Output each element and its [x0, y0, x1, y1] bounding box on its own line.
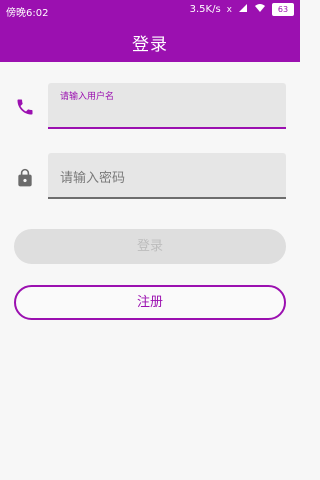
- username-label: 请输入用户名: [60, 92, 115, 102]
- register-button[interactable]: 注册: [14, 285, 286, 320]
- status-right: 3.5K/s x 63: [190, 3, 294, 16]
- phone-icon: [15, 97, 35, 117]
- username-field[interactable]: 请输入用户名: [48, 83, 286, 129]
- network-speed: 3.5K/s: [189, 4, 221, 15]
- lock-icon: [15, 168, 35, 188]
- battery-icon: 63: [272, 3, 294, 16]
- login-button[interactable]: 登录: [14, 229, 286, 264]
- page-title: 登录: [132, 35, 168, 55]
- status-bar: 傍晚6:02 3.5K/s x 63: [0, 0, 300, 22]
- signal-icon: [238, 3, 248, 16]
- password-field[interactable]: 请输入密码: [48, 153, 286, 199]
- app-bar: 登录: [0, 22, 300, 62]
- password-placeholder: 请输入密码: [60, 171, 126, 186]
- sim-indicator: x: [226, 4, 232, 15]
- wifi-icon: [254, 3, 266, 16]
- status-time: 傍晚6:02: [6, 8, 49, 19]
